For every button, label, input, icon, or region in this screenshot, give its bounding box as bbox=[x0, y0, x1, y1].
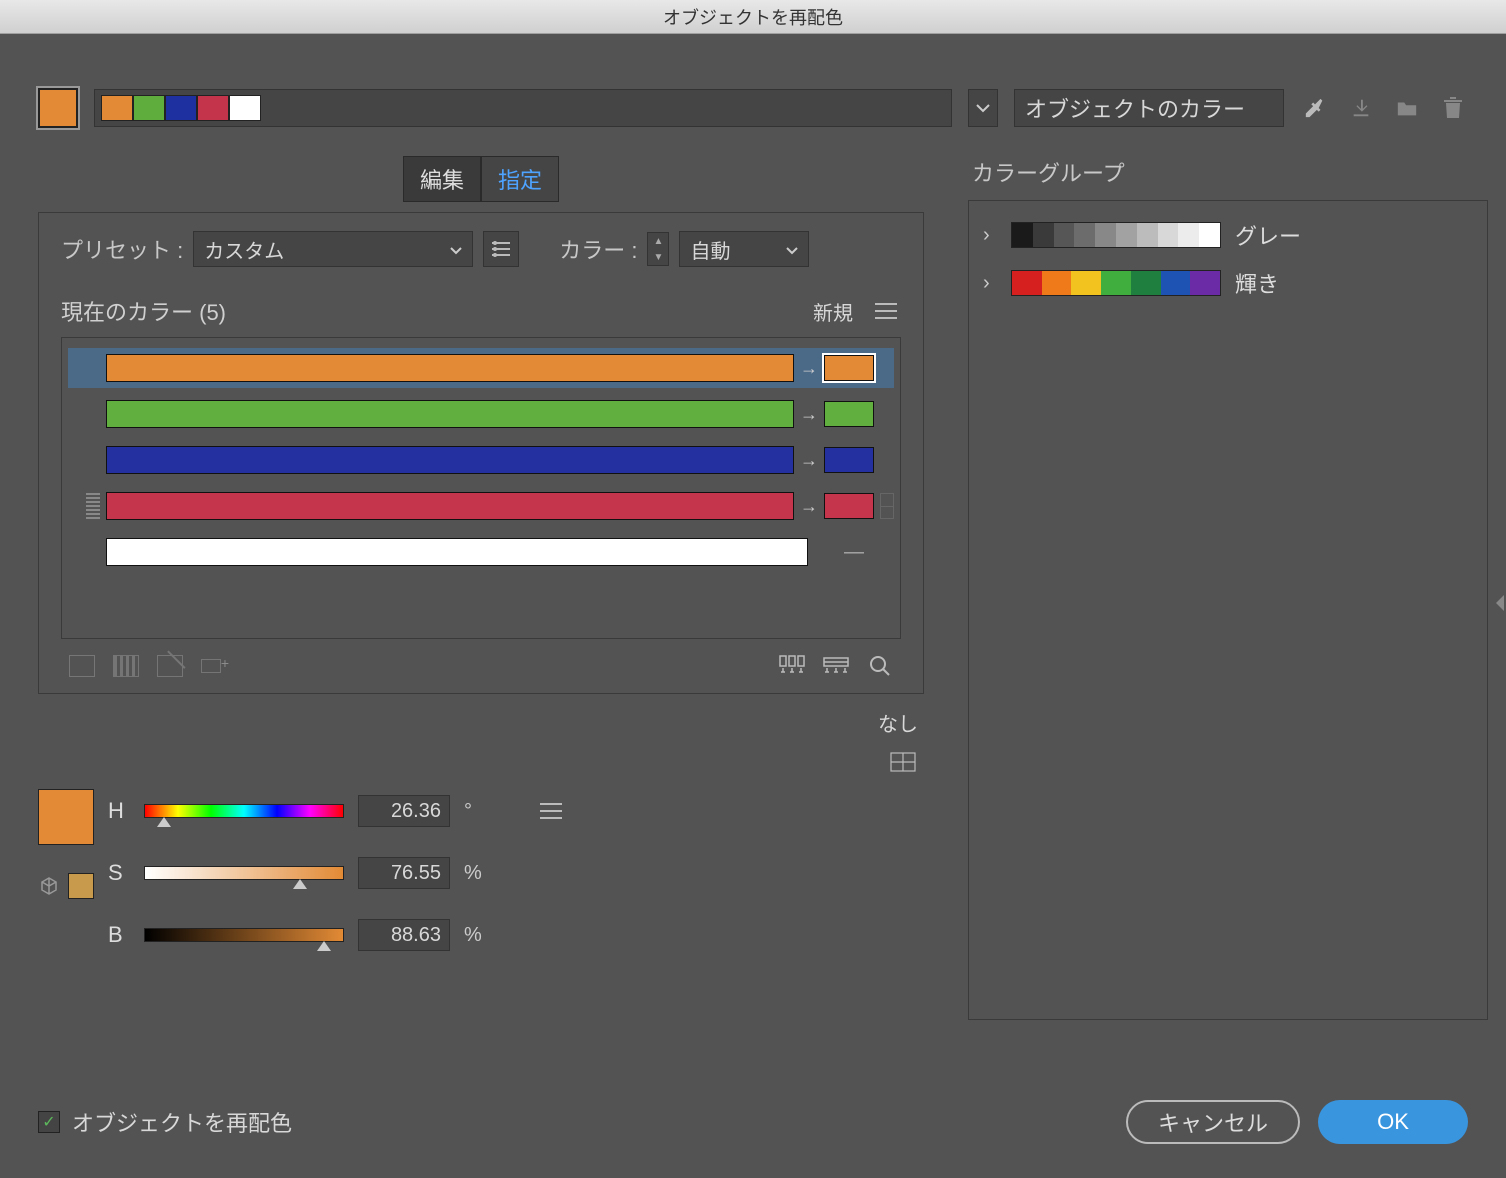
color-row[interactable]: — bbox=[68, 532, 894, 572]
chevron-right-icon: › bbox=[983, 224, 997, 247]
preset-value: カスタム bbox=[204, 235, 284, 264]
palette-mini-swatch[interactable] bbox=[133, 95, 165, 121]
colors-label: カラー : bbox=[559, 233, 637, 265]
arrow-icon[interactable]: → bbox=[800, 496, 818, 517]
color-row[interactable]: → bbox=[68, 486, 894, 526]
recolor-checkbox[interactable]: ✓ bbox=[38, 1111, 60, 1133]
color-rows-container: → → → → — bbox=[61, 337, 901, 639]
target-color-swatch[interactable] bbox=[824, 355, 874, 381]
tab-edit[interactable]: 編集 bbox=[403, 156, 481, 202]
target-color-swatch[interactable] bbox=[824, 447, 874, 473]
arrow-icon[interactable]: → bbox=[800, 450, 818, 471]
trash-icon[interactable] bbox=[1438, 93, 1468, 123]
h-label: H bbox=[108, 798, 130, 824]
slider-menu-icon[interactable] bbox=[536, 796, 566, 826]
group-name-label: グレー bbox=[1235, 219, 1301, 251]
current-color-bar[interactable] bbox=[106, 446, 794, 474]
target-color-swatch[interactable] bbox=[824, 401, 874, 427]
new-column-header: 新規 bbox=[813, 297, 853, 326]
color-groups-title: カラーグループ bbox=[968, 156, 1488, 188]
preset-options-icon[interactable] bbox=[483, 231, 519, 267]
group-color-strip bbox=[1011, 222, 1221, 248]
b-slider[interactable] bbox=[144, 928, 344, 942]
s-slider[interactable] bbox=[144, 866, 344, 880]
s-value[interactable]: 76.55 bbox=[358, 857, 450, 889]
row-stepper-icon[interactable] bbox=[880, 493, 894, 519]
h-unit: ° bbox=[464, 800, 488, 823]
current-color-bar[interactable] bbox=[106, 538, 808, 566]
row-handle[interactable] bbox=[86, 493, 100, 519]
cube-icon[interactable] bbox=[38, 875, 60, 897]
recolor-checkbox-label: オブジェクトを再配色 bbox=[72, 1106, 292, 1138]
row-menu-icon[interactable] bbox=[871, 296, 901, 326]
palette-mini-swatch[interactable] bbox=[101, 95, 133, 121]
palette-mini-swatch[interactable] bbox=[229, 95, 261, 121]
chevron-right-icon: › bbox=[983, 272, 997, 295]
randomize-sat-icon[interactable] bbox=[821, 651, 851, 681]
current-color-bar[interactable] bbox=[106, 492, 794, 520]
current-color-bar[interactable] bbox=[106, 354, 794, 382]
exclude-icon[interactable] bbox=[155, 651, 185, 681]
window-title: オブジェクトを再配色 bbox=[0, 0, 1506, 34]
active-color-swatch[interactable] bbox=[38, 88, 78, 128]
no-target-dash: — bbox=[814, 541, 894, 564]
assign-panel: プリセット : カスタム カラー : ▲▼ 自動 bbox=[38, 212, 924, 694]
find-color-icon[interactable] bbox=[865, 651, 895, 681]
none-grid-icon[interactable] bbox=[888, 747, 918, 777]
folder-icon[interactable] bbox=[1392, 93, 1422, 123]
b-label: B bbox=[108, 922, 130, 948]
color-count-stepper[interactable]: ▲▼ bbox=[647, 232, 669, 266]
palette-mini-swatch[interactable] bbox=[197, 95, 229, 121]
current-color-bar[interactable] bbox=[106, 400, 794, 428]
group-name-label: 輝き bbox=[1235, 267, 1279, 299]
ok-button[interactable]: OK bbox=[1318, 1100, 1468, 1144]
arrow-icon[interactable]: → bbox=[800, 358, 818, 379]
color-row[interactable]: → bbox=[68, 394, 894, 434]
color-group-item[interactable]: › グレー bbox=[979, 211, 1477, 259]
collapse-panel-icon[interactable] bbox=[1492, 593, 1506, 619]
color-group-item[interactable]: › 輝き bbox=[979, 259, 1477, 307]
merge-icon[interactable] bbox=[67, 651, 97, 681]
palette-dropdown-chevron[interactable] bbox=[968, 89, 998, 127]
randomize-order-icon[interactable] bbox=[777, 651, 807, 681]
color-row[interactable]: → bbox=[68, 440, 894, 480]
color-row[interactable]: → bbox=[68, 348, 894, 388]
target-color-swatch[interactable] bbox=[824, 493, 874, 519]
b-unit: % bbox=[464, 924, 488, 947]
none-label: なし bbox=[878, 708, 918, 737]
hsb-sample-swatch[interactable] bbox=[38, 789, 94, 845]
s-label: S bbox=[108, 860, 130, 886]
current-colors-header: 現在のカラー (5) bbox=[61, 295, 226, 327]
group-color-strip bbox=[1011, 270, 1221, 296]
cancel-button[interactable]: キャンセル bbox=[1126, 1100, 1300, 1144]
cube-swatch[interactable] bbox=[68, 873, 94, 899]
split-icon[interactable] bbox=[111, 651, 141, 681]
eyedropper-icon[interactable] bbox=[1300, 93, 1330, 123]
colors-value: 自動 bbox=[690, 235, 730, 264]
h-value[interactable]: 26.36 bbox=[358, 795, 450, 827]
color-group-name-field[interactable]: オブジェクトのカラー bbox=[1014, 89, 1284, 127]
colors-dropdown[interactable]: 自動 bbox=[679, 231, 809, 267]
h-slider[interactable] bbox=[144, 804, 344, 818]
color-groups-list: › グレー › 輝き bbox=[968, 200, 1488, 1020]
preset-label: プリセット : bbox=[61, 233, 183, 265]
b-value[interactable]: 88.63 bbox=[358, 919, 450, 951]
s-unit: % bbox=[464, 862, 488, 885]
preset-dropdown[interactable]: カスタム bbox=[193, 231, 473, 267]
arrow-icon[interactable]: → bbox=[800, 404, 818, 425]
palette-mini-swatch[interactable] bbox=[165, 95, 197, 121]
palette-strip[interactable] bbox=[94, 89, 952, 127]
save-group-icon[interactable] bbox=[1346, 93, 1376, 123]
tab-assign[interactable]: 指定 bbox=[481, 156, 559, 202]
new-row-icon[interactable]: + bbox=[199, 651, 229, 681]
